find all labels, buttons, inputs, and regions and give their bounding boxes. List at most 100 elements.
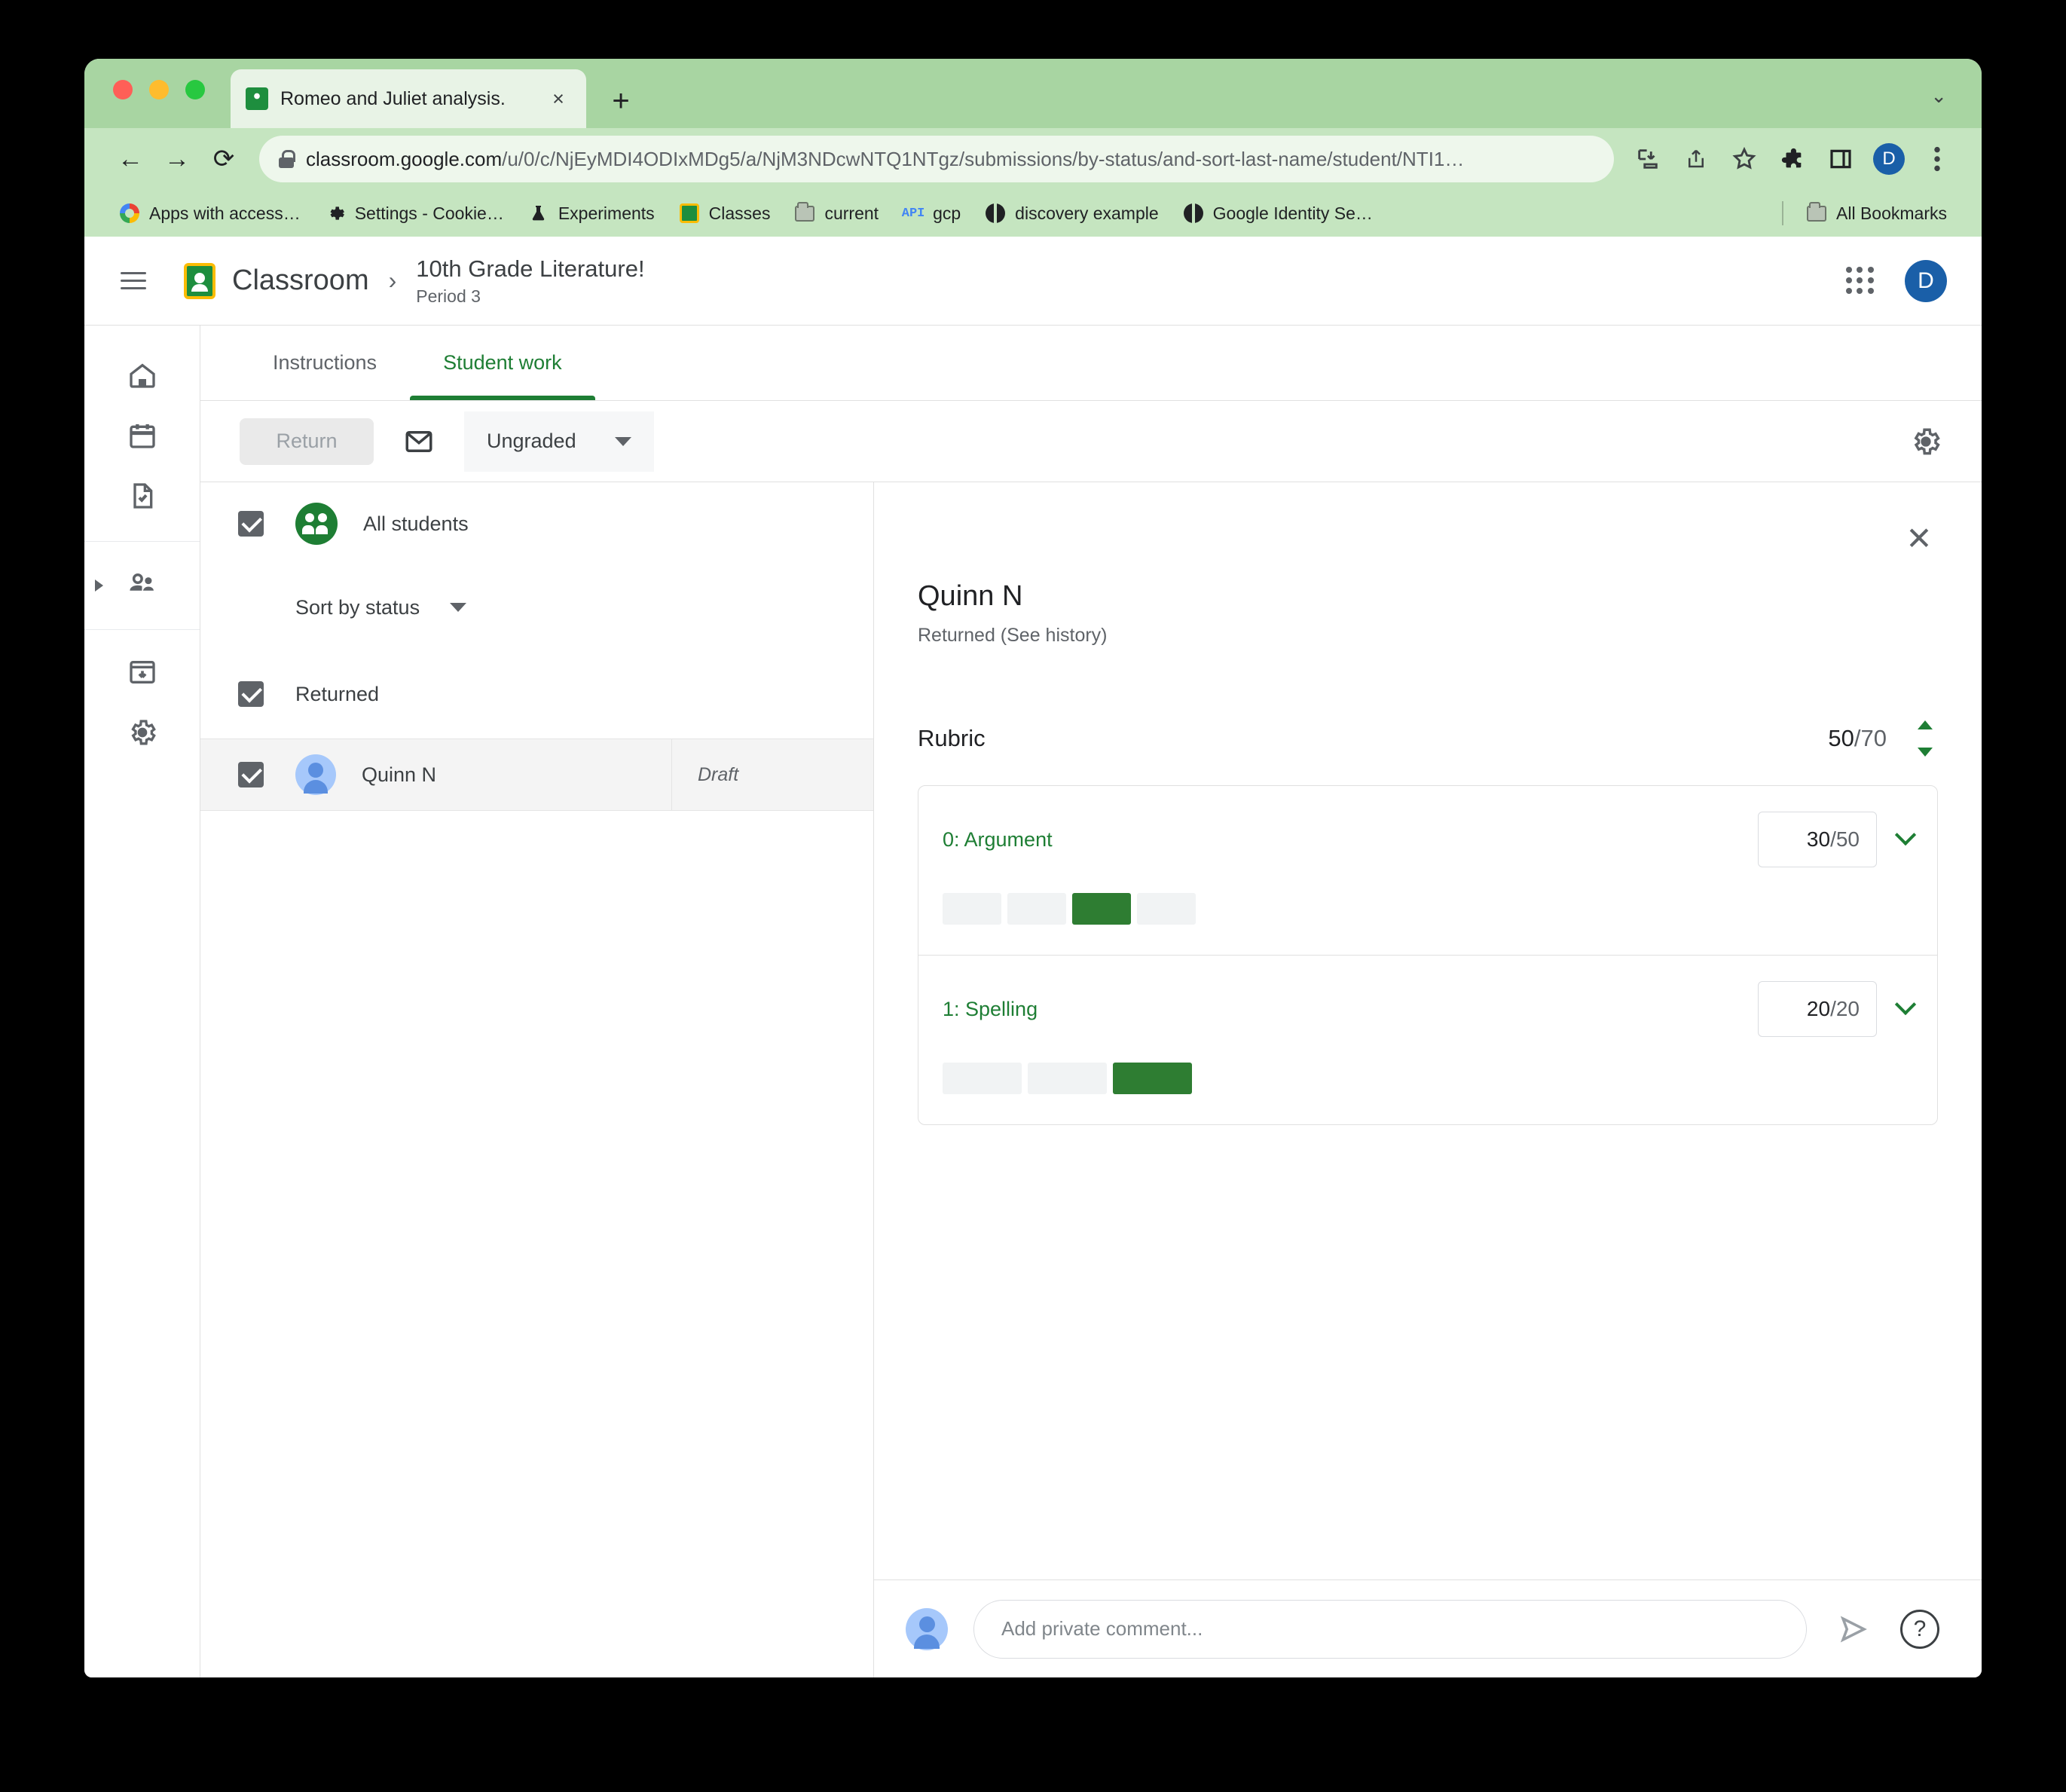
profile-avatar[interactable]: D bbox=[1867, 137, 1911, 181]
chevron-right-icon[interactable] bbox=[95, 579, 103, 592]
all-bookmarks-label: All Bookmarks bbox=[1836, 203, 1947, 223]
close-window-button[interactable] bbox=[113, 80, 133, 99]
envelope-icon[interactable] bbox=[395, 417, 443, 466]
class-title[interactable]: 10th Grade Literature! bbox=[416, 255, 644, 284]
all-students-checkbox[interactable] bbox=[238, 511, 264, 537]
account-avatar[interactable]: D bbox=[1905, 259, 1947, 302]
address-bar[interactable]: classroom.google.com/u/0/c/NjEyMDI4ODIxM… bbox=[259, 136, 1614, 182]
classroom-icon bbox=[246, 87, 268, 110]
student-checkbox[interactable] bbox=[238, 762, 264, 787]
back-button[interactable]: ← bbox=[107, 136, 154, 182]
submission-status[interactable]: Returned (See history) bbox=[918, 625, 1938, 647]
avatar-initial: D bbox=[1873, 143, 1905, 175]
bookmark-item-google-identity[interactable]: Google Identity Se… bbox=[1171, 198, 1385, 228]
people-icon bbox=[127, 568, 158, 604]
rubric-total-score: 50/70 bbox=[1828, 725, 1887, 752]
rubric-score-total: /70 bbox=[1854, 725, 1887, 751]
forward-button[interactable]: → bbox=[154, 136, 200, 182]
bookmark-item-discovery-example[interactable]: discovery example bbox=[973, 198, 1170, 228]
url-text: classroom.google.com/u/0/c/NjEyMDI4ODIxM… bbox=[306, 148, 1594, 171]
help-icon[interactable]: ? bbox=[1900, 1609, 1939, 1649]
tab-instructions[interactable]: Instructions bbox=[240, 326, 410, 400]
folder-icon bbox=[794, 201, 815, 224]
bookmark-item-settings-cookies[interactable]: Settings - Cookie… bbox=[313, 198, 516, 228]
download-icon[interactable] bbox=[1626, 137, 1670, 181]
app-logo-text[interactable]: Classroom bbox=[232, 265, 369, 297]
avatar bbox=[906, 1607, 948, 1650]
private-comment-bar: Add private comment... ? bbox=[874, 1579, 1982, 1677]
level-segment[interactable] bbox=[1007, 893, 1066, 925]
all-bookmarks-group: All Bookmarks bbox=[1782, 198, 1959, 228]
chevron-down-icon[interactable]: ⌄ bbox=[1930, 84, 1947, 108]
hamburger-icon[interactable] bbox=[110, 258, 157, 304]
divider bbox=[1782, 201, 1784, 225]
tab-student-work[interactable]: Student work bbox=[410, 326, 595, 400]
left-rail bbox=[84, 326, 200, 1677]
chevron-down-icon[interactable] bbox=[1894, 824, 1917, 846]
breadcrumb-separator: › bbox=[388, 267, 397, 294]
criterion-points-input[interactable]: 30/50 bbox=[1758, 812, 1877, 867]
level-segment-selected[interactable] bbox=[1113, 1063, 1192, 1094]
criterion-name[interactable]: 0: Argument bbox=[943, 828, 1053, 852]
level-segment[interactable] bbox=[943, 893, 1001, 925]
rail-item-archived[interactable] bbox=[84, 644, 200, 704]
bookmark-item-classes[interactable]: Classes bbox=[667, 198, 783, 228]
level-segment-selected[interactable] bbox=[1072, 893, 1131, 925]
rail-item-to-review[interactable] bbox=[84, 467, 200, 528]
status-group-returned[interactable]: Returned bbox=[200, 650, 873, 739]
comment-placeholder: Add private comment... bbox=[1001, 1617, 1203, 1640]
criterion-level-track bbox=[943, 893, 1913, 925]
classroom-logo-icon[interactable] bbox=[184, 262, 215, 299]
apps-grid-icon[interactable] bbox=[1846, 266, 1875, 295]
stepper-updown-icon[interactable] bbox=[1912, 720, 1938, 757]
rail-item-home[interactable] bbox=[84, 347, 200, 407]
lock-icon bbox=[279, 150, 295, 168]
sort-control[interactable]: Sort by status bbox=[200, 565, 873, 650]
close-icon[interactable]: × bbox=[546, 86, 571, 112]
group-checkbox[interactable] bbox=[238, 681, 264, 707]
window-controls[interactable] bbox=[113, 80, 205, 99]
all-bookmarks-button[interactable]: All Bookmarks bbox=[1794, 198, 1959, 228]
rubric-score-value: 50 bbox=[1828, 725, 1854, 751]
rail-item-settings[interactable] bbox=[84, 704, 200, 764]
browser-window: Romeo and Juliet analysis. × + ⌄ ← → ⟳ c… bbox=[84, 59, 1982, 1677]
browser-tab[interactable]: Romeo and Juliet analysis. × bbox=[231, 69, 586, 128]
api-icon: API bbox=[901, 206, 925, 221]
chevron-down-icon[interactable] bbox=[1894, 993, 1917, 1016]
classroom-icon bbox=[679, 203, 700, 224]
bookmark-item-experiments[interactable]: Experiments bbox=[516, 198, 667, 228]
extensions-icon[interactable] bbox=[1771, 137, 1814, 181]
side-panel-icon[interactable] bbox=[1819, 137, 1863, 181]
level-segment[interactable] bbox=[1028, 1063, 1107, 1094]
rail-item-calendar[interactable] bbox=[84, 407, 200, 467]
minimize-window-button[interactable] bbox=[149, 80, 169, 99]
return-button[interactable]: Return bbox=[240, 417, 374, 465]
bookmark-label: Google Identity Se… bbox=[1212, 203, 1373, 223]
list-item[interactable]: Quinn N Draft bbox=[200, 739, 873, 811]
private-comment-input[interactable]: Add private comment... bbox=[973, 1599, 1807, 1659]
maximize-window-button[interactable] bbox=[185, 80, 205, 99]
bookmark-item-apps-with-access[interactable]: Apps with access… bbox=[107, 198, 313, 228]
new-tab-button[interactable]: + bbox=[604, 84, 637, 118]
share-icon[interactable] bbox=[1674, 137, 1718, 181]
level-segment[interactable] bbox=[1137, 893, 1196, 925]
bookmark-label: Apps with access… bbox=[149, 203, 301, 223]
criterion-name[interactable]: 1: Spelling bbox=[943, 998, 1038, 1021]
rail-item-enrolled[interactable] bbox=[84, 555, 200, 616]
send-icon[interactable] bbox=[1832, 1608, 1875, 1650]
criterion-points-input[interactable]: 20/20 bbox=[1758, 981, 1877, 1037]
all-students-row[interactable]: All students bbox=[200, 482, 873, 565]
reload-button[interactable]: ⟳ bbox=[200, 136, 247, 182]
close-icon[interactable]: ✕ bbox=[1897, 517, 1941, 561]
bookmark-item-gcp[interactable]: API gcp bbox=[891, 198, 973, 228]
criterion-header: 1: Spelling 20/20 bbox=[943, 981, 1917, 1037]
divider bbox=[84, 541, 200, 542]
level-segment[interactable] bbox=[943, 1063, 1022, 1094]
more-menu-icon[interactable] bbox=[1915, 137, 1959, 181]
gear-icon[interactable] bbox=[1902, 417, 1950, 466]
grading-filter-select[interactable]: Ungraded bbox=[464, 411, 654, 472]
bookmark-label: gcp bbox=[933, 203, 961, 223]
bookmark-star-icon[interactable] bbox=[1722, 137, 1766, 181]
bookmark-item-current[interactable]: current bbox=[782, 198, 891, 228]
rubric-criterion-argument: 0: Argument 30/50 bbox=[918, 786, 1937, 955]
